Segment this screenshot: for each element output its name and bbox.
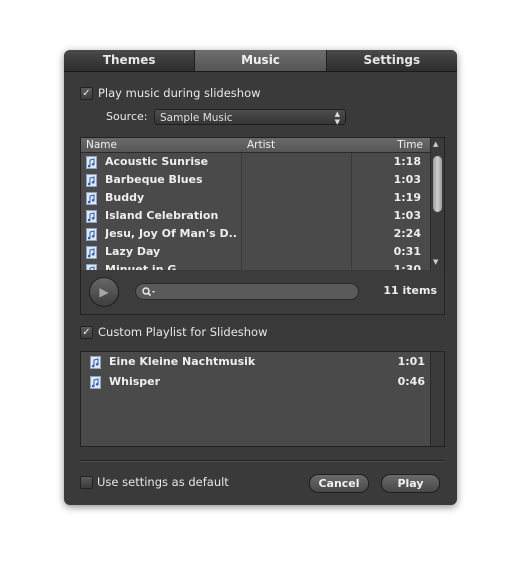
playlist-track-name: Whisper [109, 375, 161, 388]
track-name: Barbeque Blues [105, 173, 203, 186]
track-time: 1:19 [393, 191, 421, 204]
list-item[interactable]: Eine Kleine Nachtmusik 1:01 [81, 353, 431, 371]
scroll-up-icon[interactable]: ▲ [433, 140, 438, 148]
track-name: Acoustic Sunrise [105, 155, 209, 168]
column-artist-header[interactable]: Artist [247, 138, 275, 152]
custom-playlist-label: Custom Playlist for Slideshow [98, 325, 268, 339]
source-label: Source: [106, 110, 148, 123]
divider [80, 460, 443, 461]
column-name-header[interactable]: Name [86, 138, 117, 152]
column-time-header[interactable]: Time [397, 138, 423, 152]
music-file-icon [90, 356, 101, 369]
source-select[interactable]: Sample Music ▲ ▼ [154, 109, 346, 126]
search-icon [142, 287, 155, 297]
playlist-track-time: 0:46 [397, 375, 425, 388]
custom-playlist-checkbox[interactable]: ✓ [80, 326, 93, 339]
table-row[interactable]: Acoustic Sunrise 1:18 [81, 153, 431, 171]
slideshow-settings-panel: Themes Music Settings ✓ Play music durin… [64, 50, 457, 505]
track-name: Lazy Day [105, 245, 161, 258]
playlist-track-time: 1:01 [397, 355, 425, 368]
music-controls-bar: ▶ 11 items [80, 270, 445, 315]
table-row[interactable]: Island Celebration 1:03 [81, 207, 431, 225]
music-file-icon [86, 192, 97, 205]
music-table[interactable]: Name Artist Time Acoustic Sunrise 1:18 B… [80, 137, 445, 271]
search-input[interactable] [135, 283, 359, 300]
tab-bar: Themes Music Settings [64, 50, 457, 72]
play-music-checkbox[interactable]: ✓ [80, 87, 93, 100]
music-file-icon [86, 174, 97, 187]
use-default-label: Use settings as default [97, 475, 229, 489]
music-file-icon [86, 228, 97, 241]
track-time: 0:31 [393, 245, 421, 258]
tab-settings[interactable]: Settings [327, 50, 457, 71]
source-value: Sample Music [160, 112, 233, 124]
table-row[interactable]: Buddy 1:19 [81, 189, 431, 207]
table-row[interactable]: Lazy Day 0:31 [81, 243, 431, 261]
scrollbar-thumb[interactable] [433, 156, 442, 212]
music-file-icon [90, 376, 101, 389]
music-file-icon [86, 156, 97, 169]
table-row[interactable]: Jesu, Joy Of Man's D... 2:24 [81, 225, 431, 243]
playlist-track-name: Eine Kleine Nachtmusik [109, 355, 256, 368]
play-music-label: Play music during slideshow [98, 86, 261, 100]
custom-playlist[interactable]: Eine Kleine Nachtmusik 1:01 Whisper 0:46 [80, 351, 445, 447]
item-count: 11 items [383, 284, 437, 297]
tab-music[interactable]: Music [195, 50, 327, 71]
track-time: 1:03 [393, 209, 421, 222]
scroll-down-icon[interactable]: ▼ [433, 258, 438, 266]
play-button[interactable]: Play [381, 474, 440, 493]
table-row[interactable]: Barbeque Blues 1:03 [81, 171, 431, 189]
use-default-checkbox[interactable] [80, 476, 93, 489]
tab-themes[interactable]: Themes [64, 50, 196, 71]
track-time: 1:18 [393, 155, 421, 168]
cancel-button[interactable]: Cancel [309, 474, 369, 493]
play-preview-button[interactable]: ▶ [89, 277, 119, 307]
music-file-icon [86, 210, 97, 223]
chevron-updown-icon: ▲ ▼ [334, 110, 340, 126]
list-item[interactable]: Whisper 0:46 [81, 373, 431, 391]
track-name: Jesu, Joy Of Man's D... [105, 227, 237, 240]
track-name: Buddy [105, 191, 145, 204]
music-file-icon [86, 246, 97, 259]
table-header: Name Artist Time [81, 138, 431, 153]
play-icon: ▶ [99, 285, 109, 299]
vertical-scrollbar[interactable]: ▲ ▼ [430, 138, 444, 270]
track-name: Island Celebration [105, 209, 219, 222]
track-time: 1:03 [393, 173, 421, 186]
playlist-scrollbar[interactable] [430, 352, 444, 446]
track-time: 2:24 [393, 227, 421, 240]
